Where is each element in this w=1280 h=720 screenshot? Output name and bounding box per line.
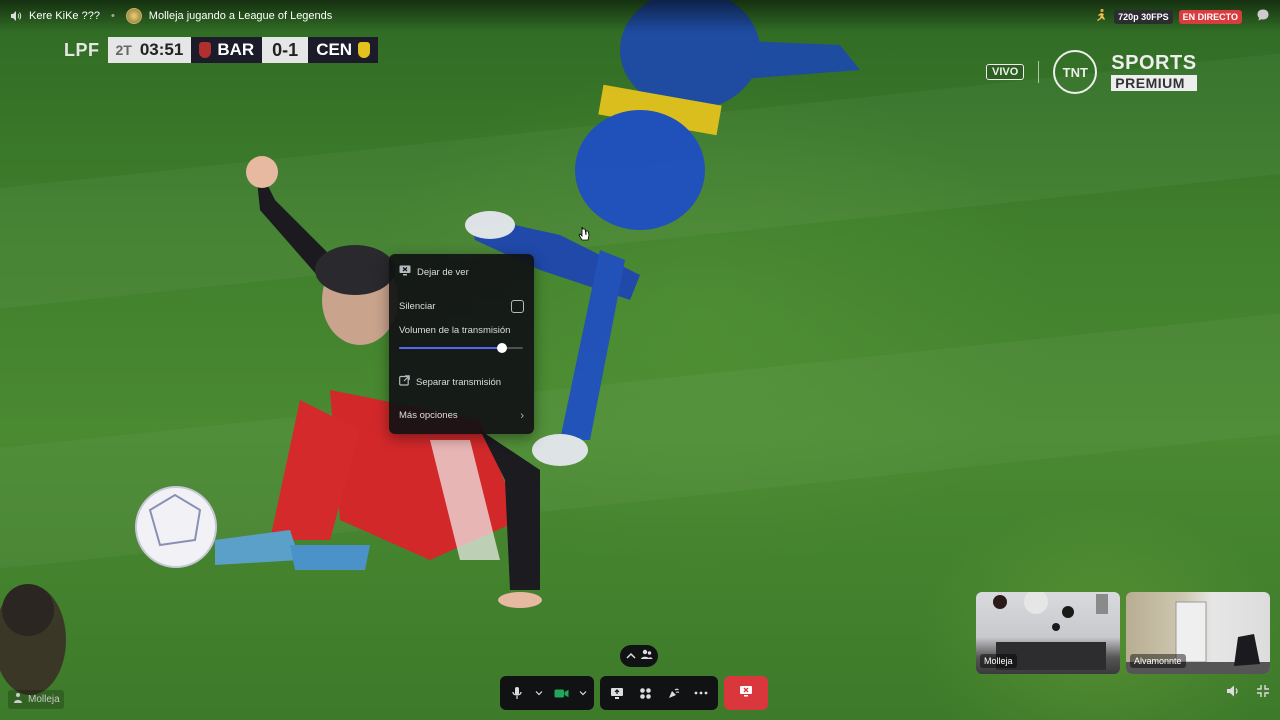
away-crest-icon (358, 42, 371, 58)
away-team-code: CEN (316, 40, 353, 59)
stream-view-controls (1226, 684, 1270, 703)
volume-slider[interactable] (399, 343, 523, 353)
quality-badge: 720p 30FPS (1114, 9, 1173, 24)
chevron-right-icon: › (520, 409, 524, 422)
menu-item-stop-watching[interactable]: Dejar de ver (399, 265, 524, 279)
tnt-premium-text: PREMIUM (1111, 75, 1197, 91)
tnt-sports-text: SPORTS (1111, 52, 1197, 74)
self-user-label: Molleja (8, 690, 64, 709)
home-team-code: BAR (217, 40, 255, 59)
microphone-icon[interactable] (506, 682, 528, 704)
participant-tiles: Molleja Alvamonnte (976, 592, 1270, 674)
volume-label: Volumen de la transmisión (399, 325, 524, 336)
stream-header: Kere KiKe ??? • Molleja jugando a League… (0, 0, 1280, 32)
clock-value: 03:51 (139, 40, 184, 59)
actions-group (600, 676, 718, 710)
activity-user-icon (12, 692, 24, 707)
share-screen-icon[interactable] (606, 682, 628, 704)
league-logo: LPF (64, 40, 100, 60)
people-icon (640, 647, 653, 665)
mute-label: Silenciar (399, 301, 436, 312)
camera-options-chevron-icon[interactable] (578, 682, 588, 704)
participant-name: Alvamonnte (1130, 654, 1186, 668)
popout-icon (399, 375, 410, 389)
expand-participants-button[interactable] (620, 645, 658, 667)
home-crest-icon (199, 42, 212, 58)
activity-icon (125, 8, 142, 24)
call-controls (500, 676, 768, 710)
chevron-up-icon (625, 647, 636, 665)
participant-tile[interactable]: Alvamonnte (1126, 592, 1270, 674)
more-icon[interactable] (690, 682, 712, 704)
volume-fill (399, 347, 502, 349)
away-team: CEN (308, 37, 379, 63)
soundboard-icon[interactable] (662, 682, 684, 704)
hangup-button[interactable] (724, 676, 768, 710)
hangup-icon (739, 684, 753, 702)
checkbox-icon[interactable] (511, 300, 524, 313)
menu-item-more-options[interactable]: Más opciones › (399, 409, 524, 422)
volume-icon[interactable] (1226, 684, 1240, 703)
camera-icon[interactable] (550, 682, 572, 704)
stop-watching-label: Dejar de ver (417, 266, 469, 278)
mouse-cursor (578, 226, 590, 241)
scoreboard: LPF 2T 03:51 BAR 0-1 CEN (64, 37, 379, 63)
screen-stop-icon (399, 265, 411, 279)
participant-name: Molleja (980, 654, 1017, 668)
person-run-icon (1094, 8, 1108, 25)
match-score: 0-1 (262, 37, 309, 63)
collapse-fullscreen-icon[interactable] (1256, 684, 1270, 703)
home-team: BAR (191, 37, 263, 63)
participant-tile[interactable]: Molleja (976, 592, 1120, 674)
broadcaster-divider (1038, 61, 1040, 83)
menu-item-pop-out[interactable]: Separar transmisión (399, 375, 524, 389)
header-separator: • (110, 10, 115, 22)
match-half: 2T (115, 42, 132, 58)
more-options-label: Más opciones (399, 410, 458, 421)
channel-name[interactable]: Kere KiKe ??? (29, 10, 100, 22)
self-user-name: Molleja (28, 694, 60, 705)
activities-icon[interactable] (634, 682, 656, 704)
speaker-icon[interactable] (10, 10, 22, 22)
ball (135, 486, 217, 568)
volume-thumb[interactable] (496, 343, 507, 353)
volume-label-text: Volumen de la transmisión (399, 325, 511, 336)
match-clock: 2T 03:51 (107, 37, 192, 63)
chat-icon[interactable] (1256, 8, 1270, 25)
pop-out-label: Separar transmisión (416, 376, 502, 388)
tnt-wordmark: SPORTS PREMIUM (1111, 52, 1197, 91)
vivo-tag: VIVO (986, 64, 1025, 80)
menu-item-mute[interactable]: Silenciar (399, 300, 524, 313)
activity-title: Molleja jugando a League of Legends (148, 10, 333, 22)
broadcaster-overlay: VIVO TNT SPORTS PREMIUM (986, 50, 1197, 94)
mic-options-chevron-icon[interactable] (534, 682, 544, 704)
mic-camera-group (500, 676, 594, 710)
tnt-logo: TNT (1053, 50, 1098, 94)
live-badge: EN DIRECTO (1178, 9, 1242, 24)
stream-context-menu: Dejar de ver Silenciar Volumen de la tra… (389, 254, 534, 434)
